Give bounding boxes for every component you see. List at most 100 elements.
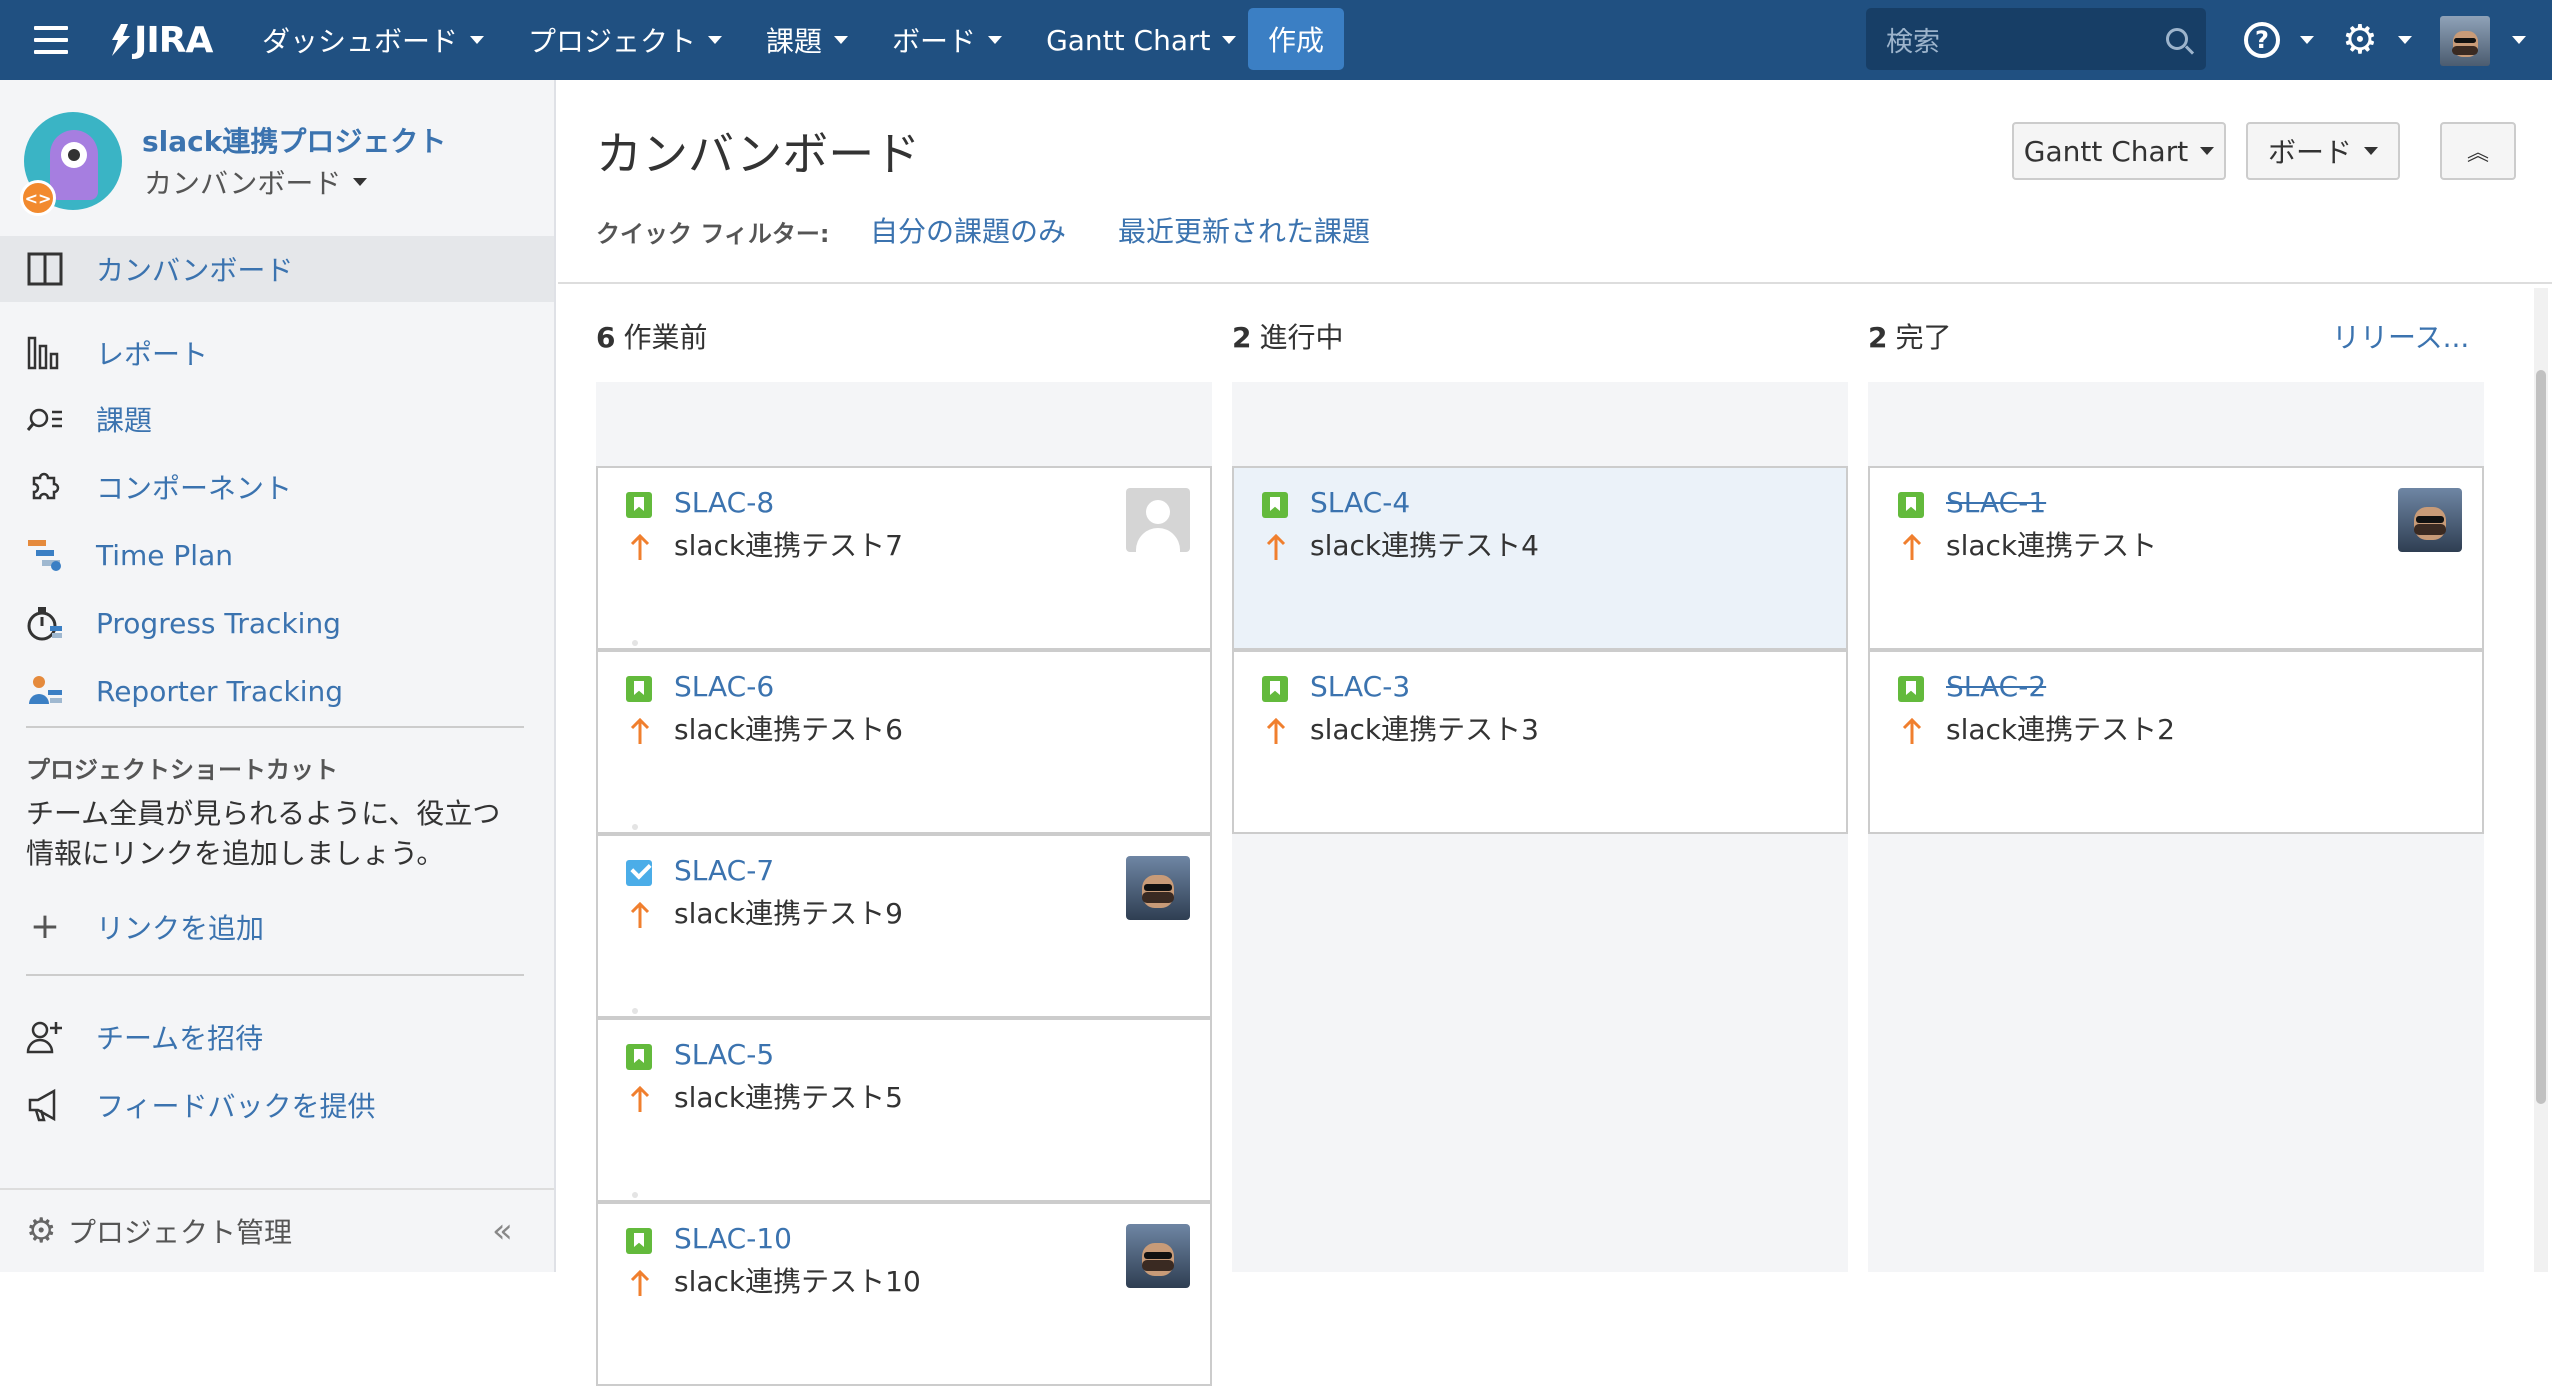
assignee-avatar[interactable] — [1126, 1224, 1190, 1288]
board-selector[interactable]: カンバンボード — [144, 162, 368, 202]
give-feedback-label: フィードバックを提供 — [96, 1090, 376, 1123]
issue-key[interactable]: SLAC-7 — [674, 854, 774, 887]
column-count: 2 — [1868, 321, 1888, 354]
nav-dashboards-label: ダッシュボード — [262, 25, 459, 58]
scrollbar-thumb[interactable] — [2536, 370, 2546, 1104]
board-button-label: ボード — [2267, 136, 2352, 169]
collapse-sidebar-icon[interactable]: « — [492, 1211, 513, 1251]
chevron-down-icon — [1222, 36, 1237, 44]
issue-card[interactable]: SLAC-3 slack連携テスト3 — [1232, 650, 1848, 834]
gear-icon[interactable]: ⚙ — [2342, 20, 2378, 60]
nav-gantt-chart[interactable]: Gantt Chart — [1046, 24, 1237, 57]
issue-summary: slack連携テスト3 — [1310, 713, 1539, 746]
project-name[interactable]: slack連携プロジェクト — [142, 120, 446, 160]
progress-tracking-icon — [27, 607, 62, 641]
board-main: カンバンボード Gantt Chart ボード ︽ クイック フィルター: 自分… — [558, 80, 2552, 1386]
assignee-avatar[interactable] — [1126, 856, 1190, 920]
nav-issues-label: 課題 — [766, 25, 823, 58]
issue-key[interactable]: SLAC-3 — [1310, 670, 1410, 703]
gantt-chart-button[interactable]: Gantt Chart — [2012, 122, 2226, 180]
priority-high-icon — [1902, 533, 1922, 560]
priority-high-icon — [630, 1085, 650, 1112]
collapse-header-button[interactable]: ︽ — [2440, 122, 2516, 180]
release-link[interactable]: リリース... — [2332, 316, 2469, 356]
story-icon — [626, 1228, 652, 1254]
header-divider — [558, 282, 2552, 284]
issue-key[interactable]: SLAC-2 — [1946, 670, 2046, 703]
add-link-button[interactable]: + リンクを追加 — [0, 894, 554, 960]
sidebar-item-issues[interactable]: 課題 — [0, 386, 554, 452]
sidebar-item-label: Time Plan — [96, 538, 233, 572]
project-shortcuts-heading: プロジェクトショートカット — [26, 756, 338, 784]
priority-high-icon — [1266, 717, 1286, 744]
priority-high-icon — [630, 533, 650, 560]
nav-issues[interactable]: 課題 — [766, 20, 849, 60]
issue-key[interactable]: SLAC-1 — [1946, 486, 2046, 519]
assignee-avatar[interactable] — [2398, 488, 2462, 552]
column-name: 完了 — [1895, 321, 1952, 354]
issue-card[interactable]: SLAC-2 slack連携テスト2 — [1868, 650, 2484, 834]
chevron-down-icon — [2300, 36, 2314, 44]
sidebar-item-label: レポート — [96, 338, 209, 371]
column-count: 2 — [1232, 321, 1252, 354]
quick-filter-only-my-issues[interactable]: 自分の課題のみ — [870, 210, 1066, 250]
quick-filter-label: クイック フィルター: — [596, 220, 830, 248]
issue-card[interactable]: SLAC-5 slack連携テスト5 — [596, 1018, 1212, 1202]
reports-icon — [27, 336, 59, 370]
sidebar-item-components[interactable]: コンポーネント — [0, 454, 554, 520]
nav-projects-label: プロジェクト — [528, 25, 697, 58]
jira-logo[interactable]: JIRA — [108, 14, 213, 66]
invite-team-label: チームを招待 — [96, 1022, 264, 1055]
give-feedback-button[interactable]: フィードバックを提供 — [0, 1072, 554, 1138]
chevron-down-icon — [988, 36, 1003, 44]
issue-card[interactable]: SLAC-7 slack連携テスト9 — [596, 834, 1212, 1018]
column-name: 作業前 — [623, 321, 708, 354]
project-settings-link[interactable]: プロジェクト管理 — [68, 1211, 292, 1251]
reporter-tracking-icon — [29, 676, 62, 704]
issue-card[interactable]: SLAC-6 slack連携テスト6 — [596, 650, 1212, 834]
priority-high-icon — [630, 1269, 650, 1296]
nav-dashboards[interactable]: ダッシュボード — [262, 20, 485, 60]
sidebar-item-reporter-tracking[interactable]: Reporter Tracking — [0, 658, 554, 724]
invite-team-button[interactable]: チームを招待 — [0, 1004, 554, 1070]
sidebar-item-reports[interactable]: レポート — [0, 320, 554, 386]
issue-card[interactable]: SLAC-8 slack連携テスト7 — [596, 466, 1212, 650]
project-sidebar: <> slack連携プロジェクト カンバンボード カンバンボード レポート 課題… — [0, 80, 556, 1272]
issues-search-icon — [26, 408, 62, 431]
issue-key[interactable]: SLAC-5 — [674, 1038, 774, 1071]
nav-boards-label: ボード — [892, 25, 977, 58]
sidebar-item-label: 課題 — [96, 404, 153, 437]
board-button[interactable]: ボード — [2246, 122, 2400, 180]
issue-card[interactable]: SLAC-10 slack連携テスト10 — [596, 1202, 1212, 1386]
sidebar-divider — [26, 974, 524, 976]
unassigned-avatar[interactable] — [1126, 488, 1190, 552]
nav-boards[interactable]: ボード — [892, 20, 1003, 60]
main-nav: ダッシュボード プロジェクト 課題 ボード Gantt Chart — [262, 0, 1280, 80]
search-input[interactable]: 検索 — [1866, 8, 2206, 70]
chevron-down-icon — [2512, 36, 2526, 44]
nav-projects[interactable]: プロジェクト — [528, 20, 723, 60]
issue-key[interactable]: SLAC-8 — [674, 486, 774, 519]
column-done: SLAC-1 slack連携テスト SLAC-2 slack連携テスト2 — [1868, 382, 2484, 1272]
issue-card-selected[interactable]: SLAC-4 slack連携テスト4 — [1232, 466, 1848, 650]
story-icon — [1898, 492, 1924, 518]
quick-filter-recently-updated[interactable]: 最近更新された課題 — [1118, 210, 1370, 250]
board-scrollbar[interactable] — [2534, 288, 2548, 1272]
issue-key[interactable]: SLAC-4 — [1310, 486, 1410, 519]
column-name: 進行中 — [1259, 321, 1344, 354]
issue-key[interactable]: SLAC-6 — [674, 670, 774, 703]
issue-summary: slack連携テスト4 — [1310, 529, 1539, 562]
issue-key[interactable]: SLAC-10 — [674, 1222, 792, 1255]
sidebar-item-progress-tracking[interactable]: Progress Tracking — [0, 590, 554, 656]
sidebar-item-time-plan[interactable]: Time Plan — [0, 522, 554, 588]
sidebar-item-kanban-board[interactable]: カンバンボード — [0, 236, 554, 302]
create-button[interactable]: 作成 — [1248, 8, 1344, 70]
app-switcher-icon[interactable] — [34, 26, 68, 54]
help-icon[interactable]: ? — [2244, 22, 2280, 58]
issue-card[interactable]: SLAC-1 slack連携テスト — [1868, 466, 2484, 650]
board-selector-label: カンバンボード — [144, 167, 342, 200]
user-avatar[interactable] — [2440, 16, 2490, 66]
story-icon — [626, 676, 652, 702]
card-indicator — [632, 824, 638, 830]
chevron-down-icon — [2398, 36, 2412, 44]
